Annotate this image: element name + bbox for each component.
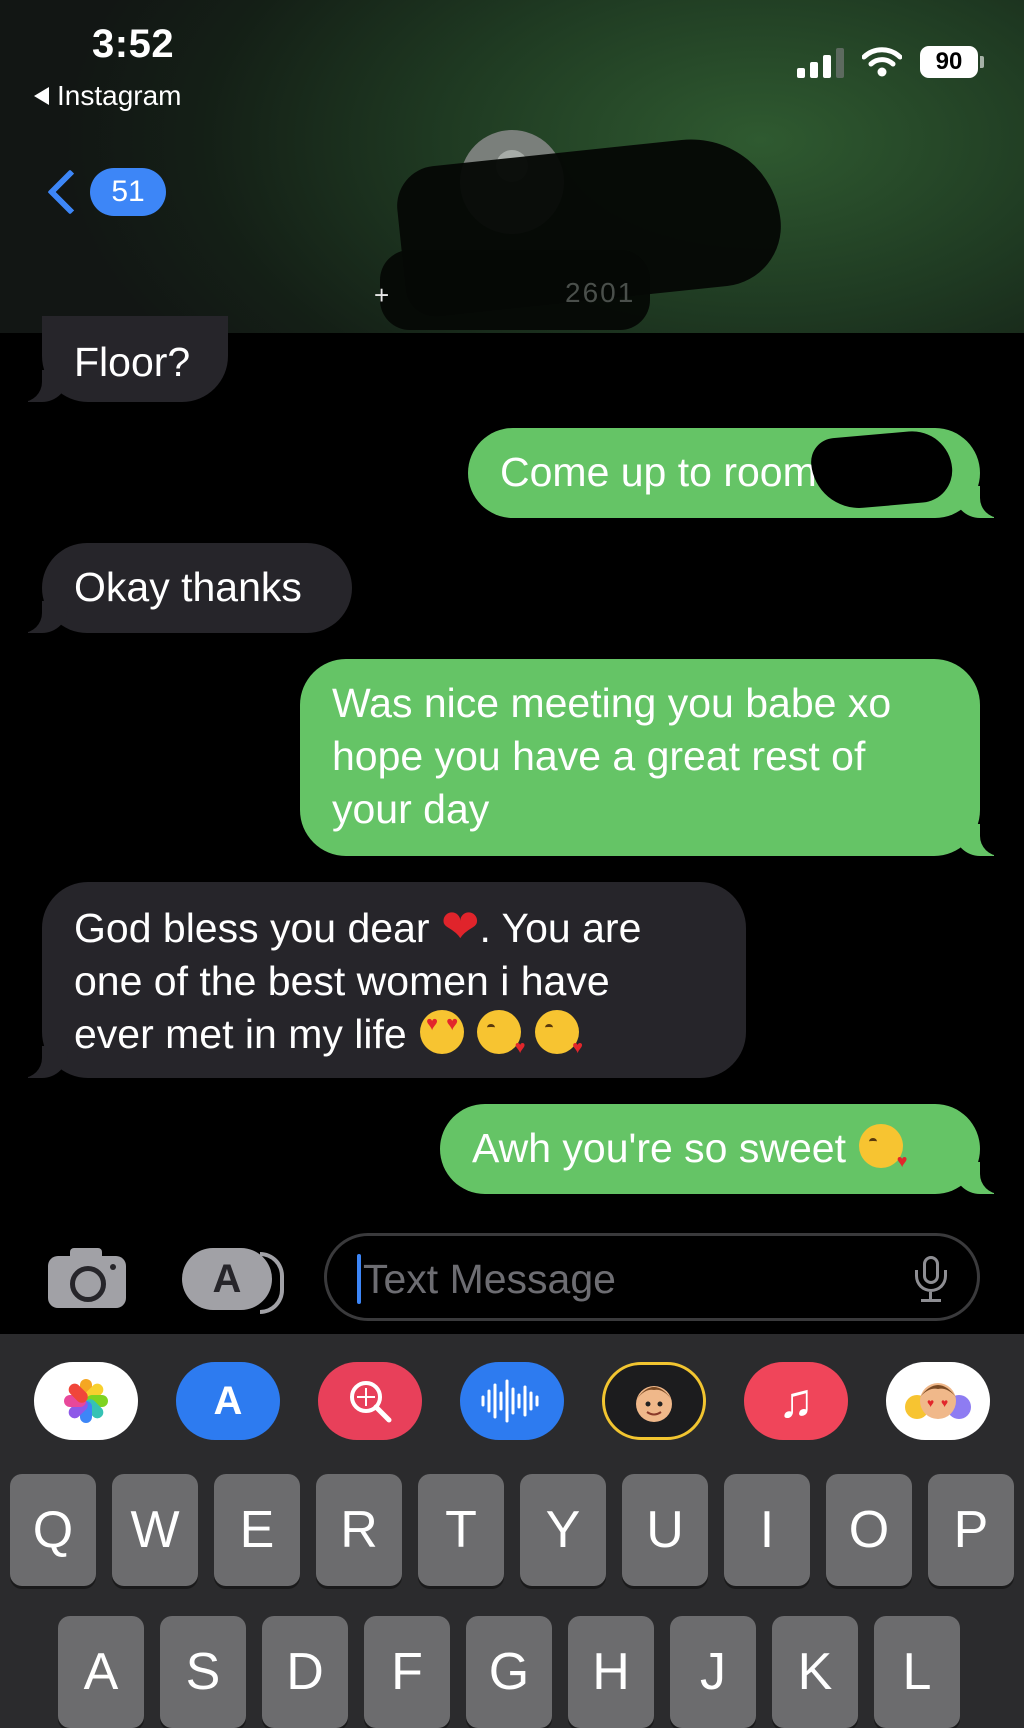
key-o[interactable]: O [826,1474,912,1586]
key-e[interactable]: E [214,1474,300,1586]
svg-text:♥: ♥ [941,1396,948,1410]
heart-eyes-emoji-icon [420,1010,465,1054]
message-line: ever met in my life [74,1011,407,1057]
back-app-label: Instagram [57,80,182,111]
status-time: 3:52 [92,22,175,66]
message-line: your day [332,786,490,832]
memoji-app-button[interactable] [602,1362,706,1440]
conversation-header: 3:52 Instagram 90 51 + 2601 [0,0,1024,333]
kissing-face-emoji-icon [859,1124,907,1170]
text-cursor [357,1254,361,1304]
wifi-icon [862,47,902,77]
chevron-left-icon [47,169,93,215]
key-q[interactable]: Q [10,1474,96,1586]
app-store-icon: A [212,1256,242,1301]
memoji-icon [636,1386,672,1422]
message-line: God bless you dear [74,905,430,951]
app-store-app-button[interactable]: A [176,1362,280,1440]
message-outgoing[interactable]: Was nice meeting you babe xo hope you ha… [300,659,1006,856]
key-p[interactable]: P [928,1474,1014,1586]
message-line: Was nice meeting you babe xo [332,680,892,726]
camera-icon [70,1266,106,1302]
message-outgoing[interactable]: Awh you're so sweet [440,1104,1006,1194]
message-text: Come up to room [500,449,817,495]
photos-app-button[interactable] [34,1362,138,1440]
back-button[interactable]: 51 [40,168,166,216]
memoji-stickers-icon: ♥ ♥ [905,1383,971,1419]
redaction-scribble [809,428,955,512]
contact-phone-prefix[interactable]: + [374,280,389,311]
back-triangle-icon [34,87,49,105]
key-l[interactable]: L [874,1616,960,1728]
red-heart-emoji-icon: ❤ [440,900,480,952]
message-incoming[interactable]: Floor? [16,316,228,402]
message-incoming[interactable]: God bless you dear ❤. You are one of the… [16,882,746,1078]
message-line: hope you have a great rest of [332,733,866,779]
message-incoming[interactable]: Okay thanks [16,543,352,633]
message-input[interactable]: Text Message [324,1233,980,1321]
key-d[interactable]: D [262,1616,348,1728]
key-s[interactable]: S [160,1616,246,1728]
key-a[interactable]: A [58,1616,144,1728]
message-text: Floor? [74,339,191,385]
audio-message-icon [481,1379,539,1423]
photos-icon [62,1377,110,1425]
memoji-stickers-app-button[interactable]: ♥ ♥ [886,1362,990,1440]
key-t[interactable]: T [418,1474,504,1586]
back-to-app-link[interactable]: Instagram [34,80,182,112]
message-text: Awh you're so sweet [472,1125,846,1171]
battery-icon: 90 [920,46,984,78]
music-app-button[interactable]: ♫ [744,1362,848,1440]
key-k[interactable]: K [772,1616,858,1728]
kissing-face-emoji-icon [534,1010,583,1056]
key-r[interactable]: R [316,1474,402,1586]
camera-button[interactable] [48,1246,126,1308]
audio-message-app-button[interactable] [460,1362,564,1440]
battery-level: 90 [920,46,978,78]
kissing-face-emoji-icon [477,1010,525,1056]
cellular-signal-icon [797,46,844,78]
key-i[interactable]: I [724,1474,810,1586]
message-outgoing[interactable]: Come up to room [468,428,1006,518]
key-f[interactable]: F [364,1616,450,1728]
key-y[interactable]: Y [520,1474,606,1586]
svg-text:♥: ♥ [927,1396,934,1410]
message-line: one of the best women i have [74,958,610,1004]
music-icon: ♫ [778,1374,814,1428]
app-store-icon: A [213,1378,243,1423]
unread-count-badge: 51 [90,168,166,216]
message-line: . You are [479,905,642,951]
key-g[interactable]: G [466,1616,552,1728]
keyboard: A ♫ ♥ ♥ Q W E R T Y U I O P A S D F G H … [0,1334,1024,1728]
imessage-app-strip: A ♫ ♥ ♥ [0,1362,1024,1440]
status-icons: 90 [797,46,984,78]
message-text: Okay thanks [74,564,302,610]
key-u[interactable]: U [622,1474,708,1586]
app-store-button[interactable]: A [182,1248,284,1314]
key-w[interactable]: W [112,1474,198,1586]
key-h[interactable]: H [568,1616,654,1728]
message-input-placeholder: Text Message [363,1256,616,1302]
search-images-icon [350,1381,392,1423]
key-j[interactable]: J [670,1616,756,1728]
contact-phone-suffix[interactable]: 2601 [565,277,635,309]
microphone-icon[interactable] [911,1256,951,1304]
search-images-app-button[interactable] [318,1362,422,1440]
